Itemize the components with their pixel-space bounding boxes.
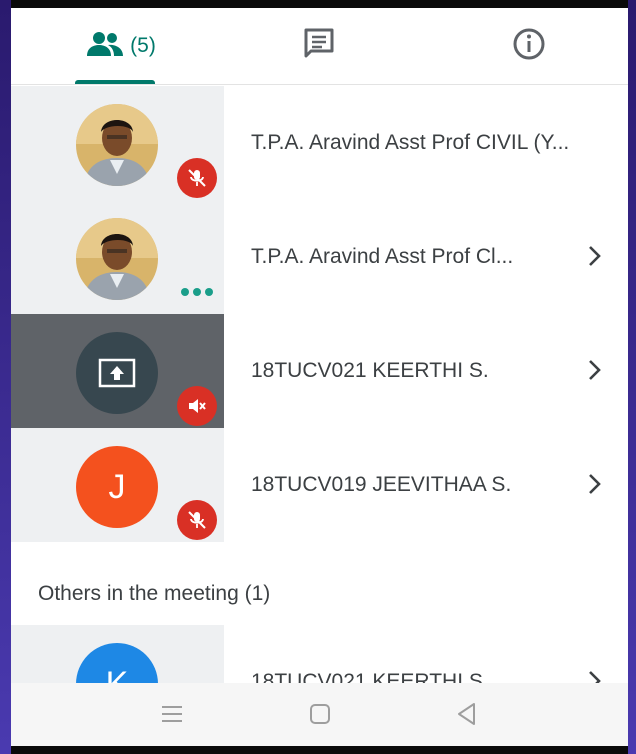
participant-name: T.P.A. Aravind Asst Prof CIVIL (Y... bbox=[251, 131, 570, 154]
participants-screen: (5) T.P.A. Aravind Asst Prof CIVIL (Y...… bbox=[11, 8, 628, 746]
chevron-right-icon bbox=[589, 474, 601, 494]
home-icon[interactable] bbox=[305, 699, 335, 729]
participant-row[interactable]: T.P.A. Aravind Asst Prof Cl... bbox=[11, 200, 628, 314]
participant-row[interactable]: J 18TUCV019 JEEVITHAA S. bbox=[11, 428, 628, 542]
device-bezel-bottom bbox=[0, 746, 636, 754]
menu-icon[interactable] bbox=[157, 699, 187, 729]
participant-name: T.P.A. Aravind Asst Prof Cl... bbox=[251, 245, 514, 268]
chevron-right-icon bbox=[589, 360, 601, 380]
screen-share-icon bbox=[76, 332, 158, 414]
active-tab-indicator bbox=[75, 80, 155, 84]
tab-chat[interactable] bbox=[279, 8, 359, 84]
people-count: (5) bbox=[130, 34, 156, 57]
chat-icon bbox=[302, 27, 336, 66]
participant-tile: J bbox=[11, 428, 224, 542]
participant-name: 18TUCV021 KEERTHI S. bbox=[251, 670, 489, 685]
tab-info[interactable] bbox=[489, 8, 569, 84]
tab-people[interactable]: (5) bbox=[71, 8, 171, 84]
participant-row[interactable]: T.P.A. Aravind Asst Prof CIVIL (Y... bbox=[11, 86, 628, 200]
mic-off-icon bbox=[177, 500, 217, 540]
people-icon bbox=[86, 31, 124, 62]
info-icon bbox=[512, 27, 546, 66]
avatar bbox=[76, 104, 158, 186]
scroll-clip: K 18TUCV021 KEERTHI S. bbox=[11, 625, 628, 685]
participant-tile bbox=[11, 86, 224, 200]
back-icon[interactable] bbox=[452, 699, 482, 729]
system-nav-bar bbox=[11, 683, 628, 746]
volume-off-icon bbox=[177, 386, 217, 426]
device-frame-right bbox=[628, 0, 636, 754]
avatar bbox=[76, 218, 158, 300]
participant-row[interactable]: 18TUCV021 KEERTHI S. bbox=[11, 314, 628, 428]
device-bezel-top bbox=[0, 0, 636, 8]
participant-name: 18TUCV021 KEERTHI S. bbox=[251, 359, 489, 382]
device-frame-left bbox=[0, 0, 11, 754]
mic-off-icon bbox=[177, 158, 217, 198]
tab-bar: (5) bbox=[11, 8, 628, 85]
others-section-label: Others in the meeting (1) bbox=[38, 582, 271, 605]
avatar: K bbox=[76, 643, 158, 685]
participant-row[interactable]: K 18TUCV021 KEERTHI S. bbox=[11, 625, 628, 685]
participant-name: 18TUCV019 JEEVITHAA S. bbox=[251, 473, 512, 496]
more-dots-icon bbox=[181, 288, 213, 296]
participant-tile bbox=[11, 200, 224, 314]
participant-tile bbox=[11, 314, 224, 428]
chevron-right-icon bbox=[589, 246, 601, 266]
avatar: J bbox=[76, 446, 158, 528]
participant-tile: K bbox=[11, 625, 224, 685]
